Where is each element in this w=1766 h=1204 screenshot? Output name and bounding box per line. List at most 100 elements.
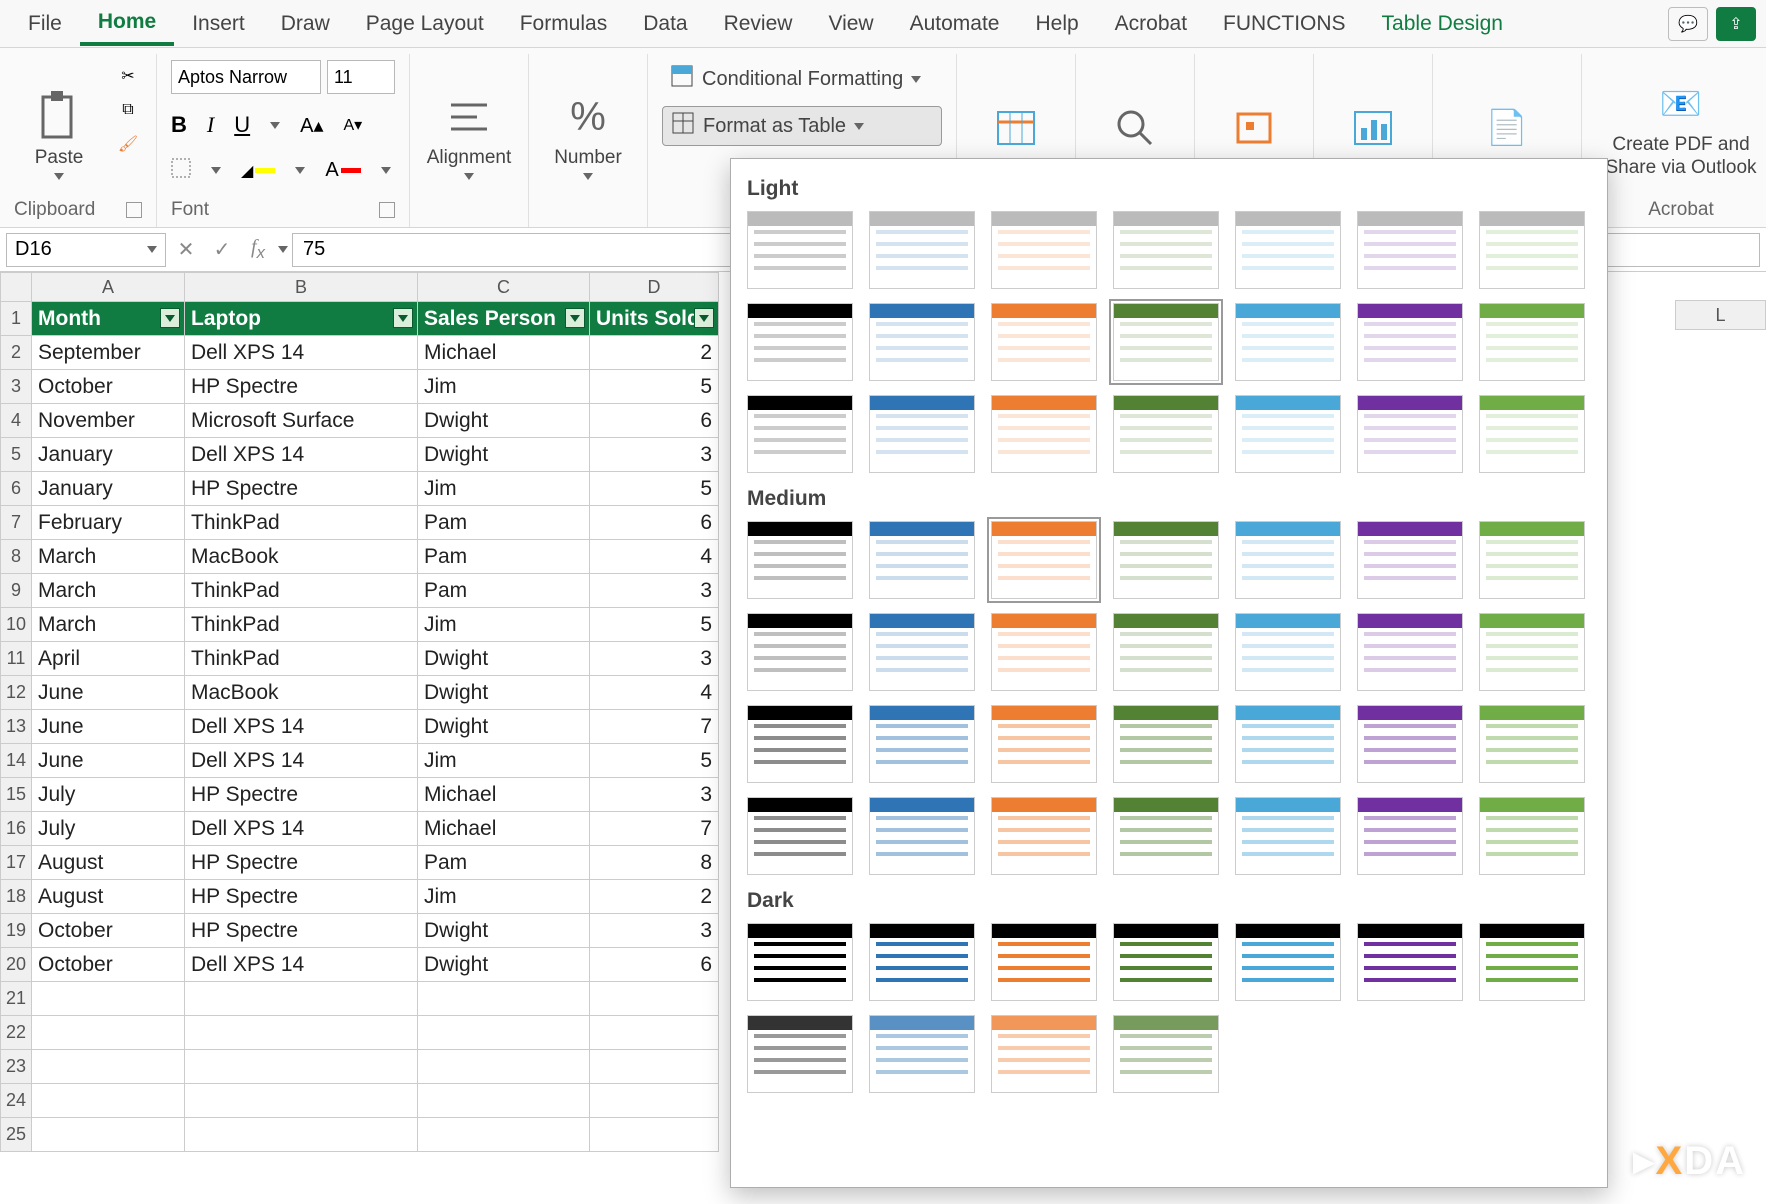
filter-button[interactable] — [393, 308, 413, 328]
table-style-option[interactable] — [1357, 923, 1463, 1001]
cancel-formula-button[interactable]: ✕ — [170, 235, 202, 265]
cell[interactable] — [418, 1084, 590, 1118]
cell[interactable]: Dwight — [418, 642, 590, 676]
row-head[interactable]: 15 — [0, 778, 32, 812]
cell[interactable]: Pam — [418, 574, 590, 608]
cell[interactable] — [418, 1016, 590, 1050]
cell[interactable]: Dell XPS 14 — [185, 948, 418, 982]
table-style-option[interactable] — [1113, 211, 1219, 289]
copy-button[interactable]: ⧉ — [114, 98, 142, 122]
cell[interactable] — [32, 1050, 185, 1084]
cell[interactable] — [418, 1118, 590, 1152]
tab-draw[interactable]: Draw — [263, 4, 348, 44]
tab-pagelayout[interactable]: Page Layout — [348, 4, 502, 44]
cell[interactable] — [32, 1084, 185, 1118]
cell[interactable]: 5 — [590, 370, 719, 404]
tab-automate[interactable]: Automate — [892, 4, 1018, 44]
format-as-table-button[interactable]: Format as Table — [662, 106, 942, 146]
table-style-option[interactable] — [1357, 303, 1463, 381]
cell[interactable]: 6 — [590, 404, 719, 438]
table-style-option[interactable] — [1235, 521, 1341, 599]
cell[interactable]: Pam — [418, 846, 590, 880]
underline-button[interactable]: U — [234, 112, 250, 138]
cell[interactable]: Michael — [418, 336, 590, 370]
table-style-option[interactable] — [1479, 211, 1585, 289]
table-style-option[interactable] — [1235, 923, 1341, 1001]
grow-font-button[interactable]: A▴ — [300, 113, 323, 138]
table-style-option[interactable] — [1479, 521, 1585, 599]
chevron-down-icon[interactable] — [270, 122, 280, 129]
table-style-option[interactable] — [1357, 211, 1463, 289]
table-style-option[interactable] — [1357, 613, 1463, 691]
row-head[interactable]: 10 — [0, 608, 32, 642]
row-head[interactable]: 3 — [0, 370, 32, 404]
tab-insert[interactable]: Insert — [174, 4, 263, 44]
row-head[interactable]: 8 — [0, 540, 32, 574]
cell[interactable]: ThinkPad — [185, 642, 418, 676]
table-style-option[interactable] — [1479, 705, 1585, 783]
cell[interactable]: July — [32, 778, 185, 812]
row-head[interactable]: 16 — [0, 812, 32, 846]
cell[interactable]: Michael — [418, 778, 590, 812]
cell[interactable]: 7 — [590, 812, 719, 846]
table-style-option[interactable] — [869, 395, 975, 473]
table-style-option[interactable] — [869, 797, 975, 875]
font-size-select[interactable] — [327, 60, 395, 94]
table-style-option[interactable] — [869, 211, 975, 289]
alignment-button[interactable]: Alignment — [424, 60, 514, 180]
cell[interactable]: March — [32, 574, 185, 608]
chevron-down-icon[interactable] — [278, 246, 288, 253]
table-style-option[interactable] — [1113, 923, 1219, 1001]
table-style-option[interactable] — [1479, 613, 1585, 691]
cell[interactable] — [590, 1016, 719, 1050]
table-style-option[interactable] — [991, 303, 1097, 381]
table-header-cell[interactable]: Units Sold — [590, 302, 719, 336]
cell[interactable]: March — [32, 608, 185, 642]
cell[interactable]: Jim — [418, 608, 590, 642]
row-head[interactable]: 12 — [0, 676, 32, 710]
table-style-option[interactable] — [747, 521, 853, 599]
tab-home[interactable]: Home — [80, 2, 174, 46]
row-head[interactable]: 20 — [0, 948, 32, 982]
cell[interactable]: ThinkPad — [185, 608, 418, 642]
cell[interactable] — [185, 982, 418, 1016]
cell[interactable]: June — [32, 744, 185, 778]
row-head[interactable]: 13 — [0, 710, 32, 744]
table-style-option[interactable] — [1113, 1015, 1219, 1093]
col-head-B[interactable]: B — [185, 272, 418, 302]
format-painter-button[interactable]: 🖌 — [114, 132, 142, 156]
cell[interactable]: 2 — [590, 880, 719, 914]
table-style-option[interactable] — [991, 923, 1097, 1001]
cell[interactable]: 5 — [590, 608, 719, 642]
chevron-down-icon[interactable] — [211, 167, 221, 174]
dialog-launcher-icon[interactable] — [379, 202, 395, 218]
cell[interactable]: HP Spectre — [185, 370, 418, 404]
cell[interactable]: March — [32, 540, 185, 574]
table-style-option[interactable] — [1235, 705, 1341, 783]
cell[interactable]: October — [32, 914, 185, 948]
cell[interactable]: HP Spectre — [185, 778, 418, 812]
cell[interactable]: 7 — [590, 710, 719, 744]
row-head[interactable]: 17 — [0, 846, 32, 880]
cell[interactable] — [590, 1050, 719, 1084]
table-style-option[interactable] — [991, 211, 1097, 289]
cell[interactable]: August — [32, 846, 185, 880]
row-head[interactable]: 4 — [0, 404, 32, 438]
cell[interactable] — [590, 982, 719, 1016]
cell[interactable]: April — [32, 642, 185, 676]
cell[interactable] — [32, 982, 185, 1016]
table-style-option[interactable] — [1235, 395, 1341, 473]
col-head-L[interactable]: L — [1675, 300, 1766, 330]
table-style-option[interactable] — [747, 211, 853, 289]
table-style-option[interactable] — [747, 797, 853, 875]
row-head[interactable]: 6 — [0, 472, 32, 506]
cell[interactable]: Michael — [418, 812, 590, 846]
row-head[interactable]: 24 — [0, 1084, 32, 1118]
cell[interactable]: 5 — [590, 744, 719, 778]
font-name-select[interactable] — [171, 60, 321, 94]
row-head[interactable]: 11 — [0, 642, 32, 676]
cell[interactable]: Dell XPS 14 — [185, 812, 418, 846]
cell[interactable]: HP Spectre — [185, 472, 418, 506]
table-style-option[interactable] — [869, 303, 975, 381]
cell[interactable]: August — [32, 880, 185, 914]
